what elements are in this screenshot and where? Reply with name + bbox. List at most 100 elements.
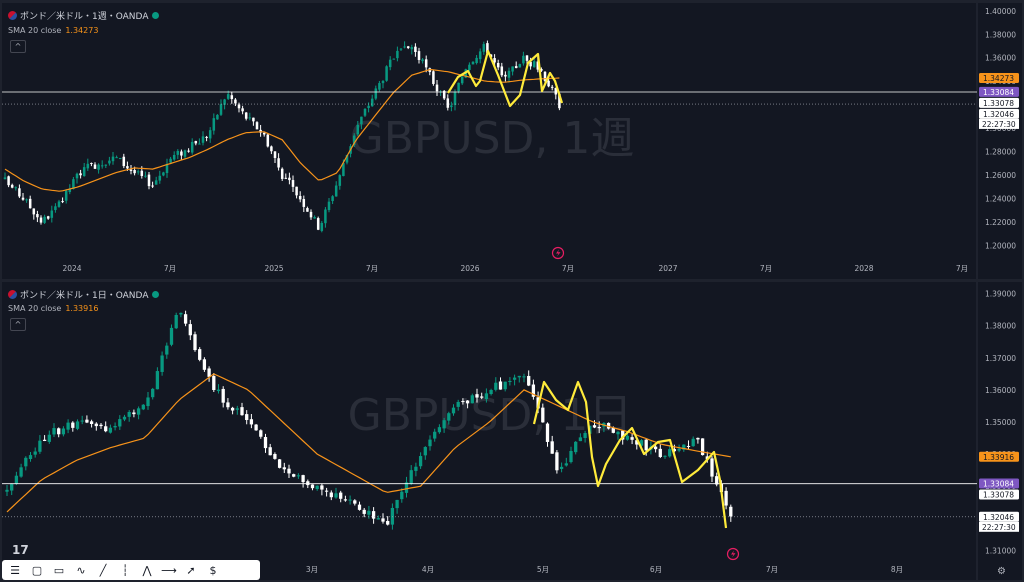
weekly-chart-svg[interactable]: GBPUSD, 1週1.400001.380001.360001.340001.… — [2, 3, 1022, 279]
symbol-legend[interactable]: ポンド／米ドル・1週・OANDA — [8, 9, 160, 22]
candle-body — [532, 61, 536, 68]
price-tick-label[interactable]: 1.37000 — [985, 354, 1016, 363]
time-tick-label[interactable]: 5月 — [537, 565, 549, 574]
ray-icon[interactable]: ⟶ — [160, 562, 178, 578]
price-tick-label[interactable]: 1.31000 — [985, 546, 1016, 555]
time-tick-label[interactable]: 2027 — [658, 264, 677, 273]
candle-body — [432, 71, 435, 84]
candle-body — [592, 425, 597, 428]
settings-gear-icon[interactable]: ⚙ — [997, 566, 1006, 577]
price-tick-label[interactable]: 1.24000 — [985, 194, 1016, 203]
price-tick-label[interactable]: 1.39000 — [985, 290, 1016, 299]
candle-body — [522, 55, 525, 64]
candle-body — [240, 407, 244, 416]
candle-body — [188, 324, 192, 336]
candle-body — [202, 359, 207, 370]
candle-body — [453, 92, 457, 106]
candle-body — [331, 196, 334, 202]
time-tick-label[interactable]: 2024 — [62, 264, 81, 273]
candle-body — [115, 157, 118, 159]
candle-body — [316, 218, 320, 230]
time-tick-label[interactable]: 2028 — [854, 264, 873, 273]
candle-body — [36, 214, 39, 218]
time-tick-label[interactable]: 7月 — [766, 565, 778, 574]
candle-body — [578, 437, 583, 442]
candle-body — [85, 419, 89, 423]
candle-body — [252, 117, 255, 122]
time-tick-label[interactable]: 8月 — [891, 565, 903, 574]
sma-legend[interactable]: SMA 20 close 1.34273 — [8, 26, 98, 35]
trend-line-icon[interactable]: ╱ — [94, 562, 112, 578]
gbp-usd-flag-icon — [8, 290, 17, 299]
horizontal-lines-icon[interactable]: ☰ — [6, 562, 24, 578]
price-range-icon[interactable]: $ — [204, 562, 222, 578]
cursor-icon[interactable]: ➚ — [182, 562, 200, 578]
price-tick-label[interactable]: 1.20000 — [985, 241, 1016, 250]
time-tick-label[interactable]: 7月 — [760, 264, 772, 273]
time-tick-label[interactable]: 7月 — [956, 264, 968, 273]
gbp-usd-flag-icon — [8, 11, 17, 20]
time-tick-label[interactable]: 7月 — [562, 264, 574, 273]
time-tick-label[interactable]: 2025 — [264, 264, 283, 273]
candle-body — [306, 481, 310, 486]
candle-body — [216, 114, 219, 120]
candle-body — [212, 376, 216, 390]
candle-body — [489, 389, 493, 394]
candle-body — [386, 520, 390, 525]
callout-icon[interactable]: ▭ — [50, 562, 68, 578]
candle-body — [315, 485, 319, 490]
candle-body — [334, 493, 338, 498]
candle-body — [248, 117, 252, 119]
daily-chart-panel[interactable]: GBPUSD, 1日 1.39000 1.38000 1.37000 1.36000 1.… — [2, 282, 1022, 580]
candle-body — [545, 423, 550, 442]
rectangle-icon[interactable]: ▢ — [28, 562, 46, 578]
candle-body — [507, 70, 511, 78]
symbol-legend[interactable]: ポンド／米ドル・1日・OANDA — [8, 288, 160, 301]
candle-body — [385, 66, 388, 81]
collapse-legend-button[interactable]: ^ — [10, 318, 26, 331]
sma-label: SMA 20 close — [8, 304, 62, 313]
candle-body — [390, 507, 395, 525]
time-tick-label[interactable]: 4月 — [422, 565, 434, 574]
candle-body — [3, 177, 7, 180]
price-tick-label[interactable]: 1.26000 — [985, 171, 1016, 180]
candle-body — [93, 164, 97, 169]
collapse-legend-button[interactable]: ^ — [10, 40, 26, 53]
price-tick-label[interactable]: 1.22000 — [985, 218, 1016, 227]
price-tick-label[interactable]: 1.28000 — [985, 148, 1016, 157]
candle-body — [550, 86, 554, 88]
candle-body — [7, 176, 10, 186]
weekly-chart-panel[interactable]: GBPUSD, 1週1.400001.380001.360001.340001.… — [2, 3, 1022, 279]
price-tick-label[interactable]: 1.40000 — [985, 7, 1016, 16]
time-tick-label[interactable]: 6月 — [650, 565, 662, 574]
candle-body — [19, 467, 23, 477]
candle-body — [201, 136, 205, 143]
candle-body — [259, 430, 263, 437]
vertical-line-icon[interactable]: ┆ — [116, 562, 134, 578]
candle-body — [94, 423, 98, 427]
time-tick-label[interactable]: 3月 — [306, 565, 318, 574]
time-tick-label[interactable]: 2026 — [460, 264, 479, 273]
candle-body — [310, 484, 315, 489]
price-tick-label[interactable]: 1.36000 — [985, 386, 1016, 395]
candle-body — [388, 59, 392, 68]
price-tick-label[interactable]: 1.36000 — [985, 54, 1016, 63]
pattern-icon[interactable]: ⋀ — [138, 562, 156, 578]
candle-body — [399, 48, 403, 50]
sma-legend[interactable]: SMA 20 close 1.33916 — [8, 304, 98, 313]
candle-body — [518, 64, 522, 68]
candle-body — [61, 201, 64, 203]
time-tick-label[interactable]: 7月 — [164, 264, 176, 273]
candle-body — [428, 439, 432, 447]
candle-body — [302, 199, 306, 207]
daily-chart-svg[interactable]: GBPUSD, 1日1.390001.380001.370001.360001.… — [2, 282, 1022, 580]
time-tick-label[interactable]: 7月 — [366, 264, 378, 273]
candle-body — [187, 150, 190, 152]
candle-body — [475, 394, 479, 398]
price-tick-label[interactable]: 1.38000 — [985, 30, 1016, 39]
price-tick-label[interactable]: 1.38000 — [985, 322, 1016, 331]
price-tick-label[interactable]: 1.35000 — [985, 418, 1016, 427]
brush-icon[interactable]: ∿ — [72, 562, 90, 578]
candle-body — [371, 511, 376, 519]
candle-body — [50, 210, 54, 218]
